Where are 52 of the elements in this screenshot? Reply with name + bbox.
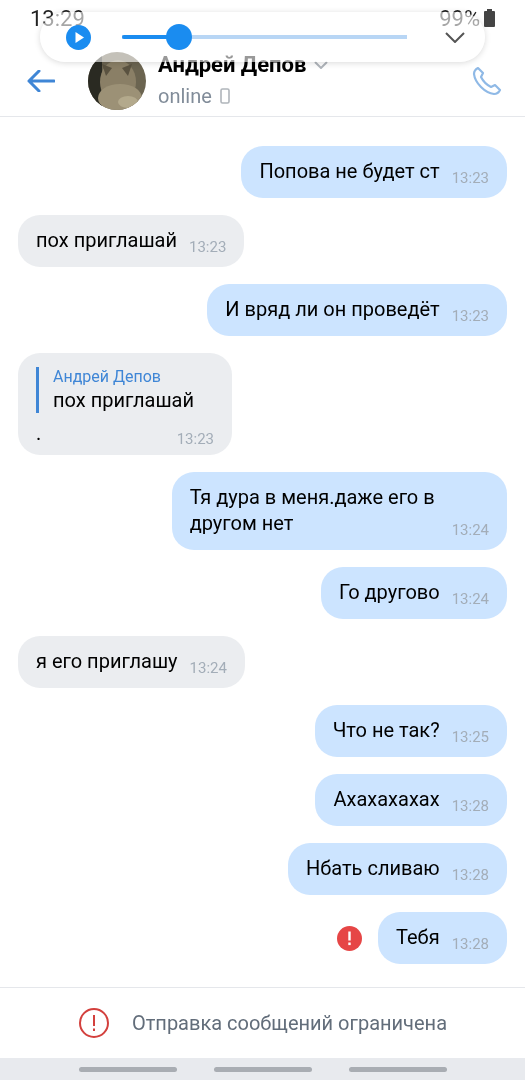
message-time: 13:28 (451, 864, 489, 886)
error-icon[interactable] (337, 925, 362, 951)
message-time: 13:28 (451, 795, 489, 817)
message-bubble[interactable]: я его приглашу 13:24 (18, 636, 245, 688)
message-time: 13:23 (189, 236, 227, 258)
message-text: Что не так? (332, 717, 440, 743)
contact-name[interactable]: Андрей Депов (158, 50, 307, 79)
message-time: 13:24 (451, 519, 489, 541)
message-time: 13:25 (451, 726, 489, 748)
message-time: 13:28 (451, 933, 489, 955)
message-text: Тя дура в меня.даже его в другом нет (189, 484, 436, 536)
call-icon[interactable] (471, 64, 503, 97)
message-bubble[interactable]: Тя дура в меня.даже его в другом нет 13:24 (171, 472, 507, 550)
message-bubble[interactable]: Нбать сливаю 13:28 (287, 843, 507, 895)
message-text: Го другово (338, 579, 440, 605)
message-time: 13:24 (189, 657, 227, 679)
nav-bar-handle[interactable] (348, 1066, 447, 1072)
restriction-notice: Отправка сообщений ограничена (131, 1010, 447, 1037)
message-bubble[interactable]: Что не так? 13:25 (314, 705, 507, 757)
message-time: 13:24 (451, 588, 489, 610)
nav-bar-handle[interactable] (78, 1066, 177, 1072)
message-bubble[interactable]: Андрей Депов пох приглашай . 13:23 (18, 353, 232, 455)
message-text: я его приглашу (36, 648, 178, 674)
message-time: 13:23 (451, 305, 489, 327)
message-bubble[interactable]: Го другово 13:24 (320, 567, 507, 619)
phone-device-icon (219, 87, 230, 104)
battery-level: 99% (439, 4, 480, 33)
message-bubble[interactable]: пох приглашай 13:23 (18, 215, 245, 267)
warning-icon (77, 1007, 110, 1039)
message-text: Нбать сливаю (305, 855, 440, 881)
nav-bar-handle[interactable] (213, 1066, 312, 1072)
progress-thumb[interactable] (166, 24, 192, 50)
message-bubble[interactable]: Тебя 13:28 (378, 912, 507, 964)
message-time: 13:23 (176, 428, 214, 450)
presence-status: online (158, 82, 212, 110)
message-text: пох приглашай (36, 227, 177, 253)
message-text: Попова не будет ст (259, 158, 440, 184)
play-icon[interactable] (66, 24, 91, 50)
message-text: Ахахахахах (333, 786, 440, 812)
message-bubble[interactable]: Попова не будет ст 13:23 (241, 146, 507, 198)
battery-icon (484, 9, 495, 27)
reply-author: Андрей Депов (53, 367, 162, 387)
status-time: 13:29 (30, 4, 85, 33)
message-bubble[interactable]: Ахахахахах 13:28 (315, 774, 507, 826)
message-text: Тебя (396, 924, 440, 950)
message-time: 13:23 (451, 167, 489, 189)
message-text: . (36, 421, 42, 445)
back-arrow-icon[interactable] (27, 69, 55, 92)
message-bubble[interactable]: И вряд ли он проведёт 13:23 (207, 284, 507, 336)
message-text: И вряд ли он проведёт (225, 296, 440, 322)
reply-text: пох приглашай (53, 387, 195, 413)
chevron-down-icon[interactable] (445, 31, 465, 43)
